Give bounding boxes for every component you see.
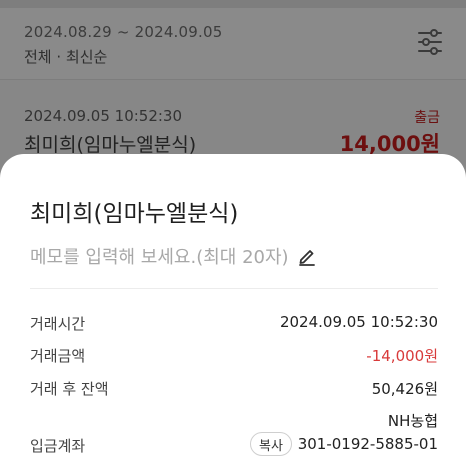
top-strip	[0, 0, 466, 8]
copy-button[interactable]: 복사	[250, 432, 292, 456]
account-value: 301-0192-5885-01	[297, 435, 438, 453]
memo-input[interactable]: 메모를 입력해 보세요.(최대 20자)	[30, 243, 317, 269]
account-label: 입금계좌	[30, 437, 86, 455]
transaction-detail-sheet: 최미희(임마누엘분식) 메모를 입력해 보세요.(최대 20자) 거래시간 20…	[0, 154, 466, 475]
transaction-datetime: 2024.09.05 10:52:30	[24, 107, 183, 125]
filter-summary: 전체 · 최신순	[24, 48, 108, 66]
period-range: 2024.08.29 ~ 2024.09.05	[24, 23, 223, 41]
transaction-name: 최미희(임마누엘분식)	[24, 134, 197, 156]
filter-bar[interactable]: 2024.08.29 ~ 2024.09.05 전체 · 최신순	[0, 0, 466, 80]
sheet-title: 최미희(임마누엘분식)	[30, 201, 239, 227]
amount-label: 거래금액	[30, 347, 86, 365]
memo-placeholder: 메모를 입력해 보세요.(최대 20자)	[30, 247, 289, 268]
time-label: 거래시간	[30, 315, 86, 333]
divider	[30, 288, 438, 289]
transaction-type: 출금	[414, 110, 440, 126]
sliders-icon[interactable]	[417, 28, 443, 56]
pencil-icon[interactable]	[297, 246, 317, 266]
time-value: 2024.09.05 10:52:30	[279, 313, 438, 331]
amount-value: -14,000원	[366, 347, 438, 365]
bank-name: NH농협	[387, 412, 438, 430]
balance-label: 거래 후 잔액	[30, 380, 109, 398]
balance-value: 50,426원	[371, 380, 438, 398]
